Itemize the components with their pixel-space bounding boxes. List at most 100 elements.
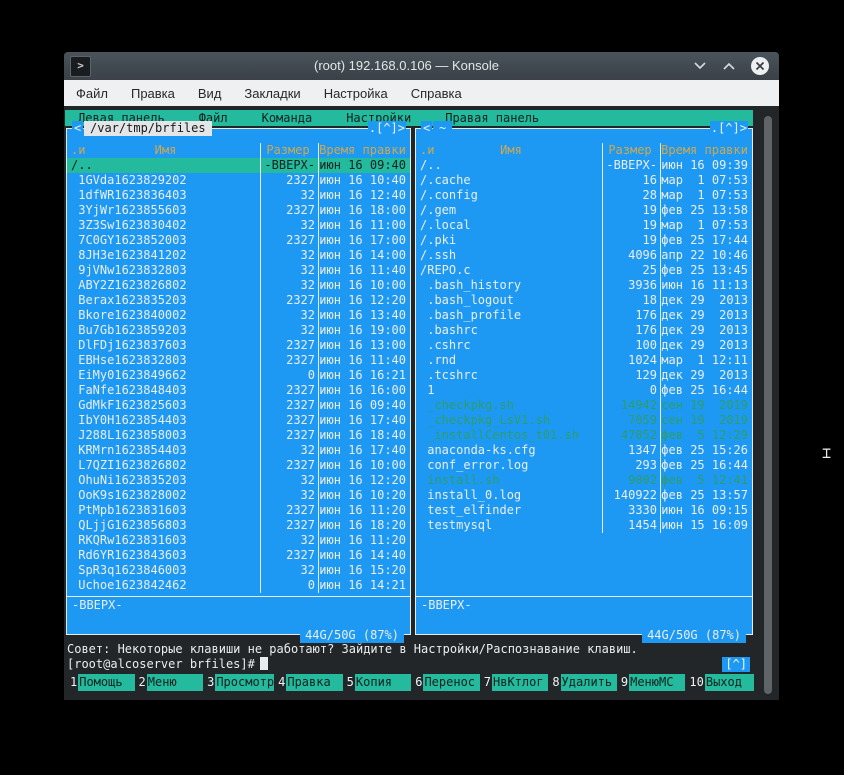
terminal-area[interactable]: Левая панельФайлКомандаНастройкиПравая п… [64,106,779,700]
file-mtime: фев 25 13:58 [660,203,752,218]
file-row[interactable]: GdMkF16238256032327июн 16 09:40 [67,398,410,413]
left-column-header-size[interactable]: Размер [260,143,318,158]
file-row[interactable]: 10фев 25 16:44 [416,383,752,398]
konsole-menu-item-1[interactable]: Правка [131,86,175,101]
file-row[interactable]: EiMy016238496620июн 16 16:21 [67,368,410,383]
left-panel-history-left-mark[interactable]: < [72,121,83,136]
fkey-7[interactable]: 7НвКтлог [480,674,549,691]
file-row[interactable]: install.sh9002фев 5 12:41 [416,473,752,488]
right-panel-history-left-mark[interactable]: < [421,121,432,136]
shell-prompt-line[interactable]: [root@alcoserver brfiles]# [^] [67,657,776,672]
file-row[interactable]: /.cache16мар 1 07:53 [416,173,752,188]
file-size: 32 [260,563,318,578]
window-titlebar[interactable]: > (root) 192.168.0.106 — Konsole [64,52,779,80]
file-row[interactable]: 1dfWR162383640332июн 16 12:40 [67,188,410,203]
file-row[interactable]: 3Z3Sw162383040232июн 16 11:00 [67,218,410,233]
file-row[interactable]: /.config28мар 1 07:53 [416,188,752,203]
file-row[interactable]: /..-ВВЕРХ-июн 16 09:39 [416,158,752,173]
file-row[interactable]: 7C0GY16238520032327июн 16 17:00 [67,233,410,248]
file-row[interactable]: OhuNi162383520332июн 16 12:20 [67,473,410,488]
fkey-2[interactable]: 2Меню [135,674,204,691]
file-row[interactable]: /.local19мар 1 07:53 [416,218,752,233]
file-row[interactable]: DlFDj16238376032327июн 16 13:00 [67,338,410,353]
right-column-header-name[interactable]: Имя.и [416,143,602,158]
file-row[interactable]: IbY0H16238544032327июн 16 17:40 [67,413,410,428]
file-row[interactable]: .bash_profile176дек 29 2013 [416,308,752,323]
file-row[interactable]: L7QZI16238268022327июн 16 10:00 [67,458,410,473]
right-panel-history-right-mark[interactable]: .[^]> [710,121,748,136]
file-row[interactable]: conf_error.log293фев 25 16:44 [416,458,752,473]
mc-left-panel[interactable]: </var/tmp/brfiles.[^]>Имя.иРазмерВремя п… [66,128,411,635]
right-panel-path[interactable]: ~ [433,121,452,136]
scrollbar-thumb[interactable] [764,116,772,694]
file-row[interactable]: .cshrc100дек 29 2013 [416,338,752,353]
file-row[interactable]: KRMrn162385440332июн 16 17:40 [67,443,410,458]
file-row[interactable]: anaconda-ks.cfg1347фев 25 15:26 [416,443,752,458]
file-name: Rd6YR1623843603 [67,548,260,563]
left-panel-path[interactable]: /var/tmp/brfiles [84,121,212,136]
file-row[interactable]: 8JH3e162384120232июн 16 14:00 [67,248,410,263]
file-row[interactable]: Bkore162384000232июн 16 13:40 [67,308,410,323]
maximize-icon[interactable] [722,59,736,73]
konsole-menu-item-3[interactable]: Закладки [244,86,300,101]
file-row[interactable]: QLjjG16238568032327июн 16 18:20 [67,518,410,533]
file-row[interactable]: Rd6YR16238436032327июн 16 14:40 [67,548,410,563]
file-row[interactable]: 3YjWr16238556032327июн 16 18:00 [67,203,410,218]
konsole-menu-item-5[interactable]: Справка [411,86,462,101]
mc-menu-item-2[interactable]: Команда [262,110,313,126]
file-row[interactable]: Uchoe16238424620июн 16 14:21 [67,578,410,593]
file-row[interactable]: .bashrc176дек 29 2013 [416,323,752,338]
konsole-menu-item-2[interactable]: Вид [198,86,222,101]
file-row[interactable]: .bash_logout18дек 29 2013 [416,293,752,308]
file-row[interactable]: testmysql1454июн 15 16:09 [416,518,752,533]
file-row[interactable]: SpR3q162384600332июн 16 15:20 [67,563,410,578]
file-row[interactable]: /REPO.c25фев 25 13:45 [416,263,752,278]
file-row[interactable]: _checkpkg.sh14942сен 19 2019 [416,398,752,413]
file-row[interactable]: .bash_history3936июн 16 11:13 [416,278,752,293]
file-row[interactable]: /.pki19фев 25 17:44 [416,233,752,248]
file-row[interactable]: /..-ВВЕРХ-июн 16 09:40 [67,158,410,173]
panel-scroll-up-button[interactable]: [^] [722,657,750,672]
file-row[interactable]: .tcshrc129дек 29 2013 [416,368,752,383]
file-row[interactable]: RKQRw162383160332июн 16 11:20 [67,533,410,548]
file-row[interactable]: Bu7Gb162385920332июн 16 19:00 [67,323,410,338]
left-column-header-mtime[interactable]: Время правки [318,143,410,158]
fkey-9[interactable]: 9МенюМС [617,674,686,691]
file-row[interactable]: 9jVNw162383280332июн 16 11:40 [67,263,410,278]
right-column-header-mtime[interactable]: Время правки [660,143,752,158]
file-row[interactable]: 1GVda16238292022327июн 16 10:40 [67,173,410,188]
fkey-3[interactable]: 3Просмотр [203,674,274,691]
file-row[interactable]: _installCentos_t01.sh47052фев 5 12:29 [416,428,752,443]
file-row[interactable]: /.ssh4096апр 22 10:46 [416,248,752,263]
mc-right-panel[interactable]: <~.[^]>Имя.иРазмерВремя правки/..-ВВЕРХ-… [415,128,753,635]
file-row[interactable]: J288L16238580032327июн 16 18:40 [67,428,410,443]
left-column-header-name[interactable]: Имя.и [67,143,260,158]
left-panel-history-right-mark[interactable]: .[^]> [368,121,406,136]
fkey-10[interactable]: 10Выход [685,674,754,691]
fkey-4[interactable]: 4Правка [274,674,343,691]
file-row[interactable]: test_elfinder3330июн 16 09:15 [416,503,752,518]
mc-menu-item-4[interactable]: Правая панель [445,110,539,126]
file-row[interactable]: FaNfe16238484032327июн 16 16:00 [67,383,410,398]
file-row[interactable]: install_0.log140922фев 25 13:57 [416,488,752,503]
konsole-menu-item-4[interactable]: Настройка [324,86,388,101]
file-row[interactable]: ABY2Z162382680232июн 16 10:00 [67,278,410,293]
file-row[interactable]: EBHse16238328032327июн 16 11:40 [67,353,410,368]
file-row[interactable]: .rnd1024мар 1 12:11 [416,353,752,368]
file-row[interactable]: /.gem19фев 25 13:58 [416,203,752,218]
konsole-menu-item-0[interactable]: Файл [76,86,108,101]
file-name: 3Z3Sw1623830402 [67,218,260,233]
fkey-5[interactable]: 5Копия [343,674,412,691]
right-column-header-size[interactable]: Размер [602,143,660,158]
fkey-6[interactable]: 6Перенос [411,674,480,691]
minimize-icon[interactable] [693,59,707,73]
fkey-1[interactable]: 1Помощь [66,674,135,691]
close-icon[interactable] [751,57,769,75]
fkey-8[interactable]: 8Удалить [548,674,617,691]
file-row[interactable]: OoK9s162382800232июн 16 10:20 [67,488,410,503]
file-name: 8JH3e1623841202 [67,248,260,263]
file-row[interactable]: Berax16238352032327июн 16 12:20 [67,293,410,308]
file-row[interactable]: _checkpkg_LsV1.sh7059сен 19 2019 [416,413,752,428]
file-row[interactable]: PtMpb16238316032327июн 16 11:20 [67,503,410,518]
file-size: 32 [260,278,318,293]
